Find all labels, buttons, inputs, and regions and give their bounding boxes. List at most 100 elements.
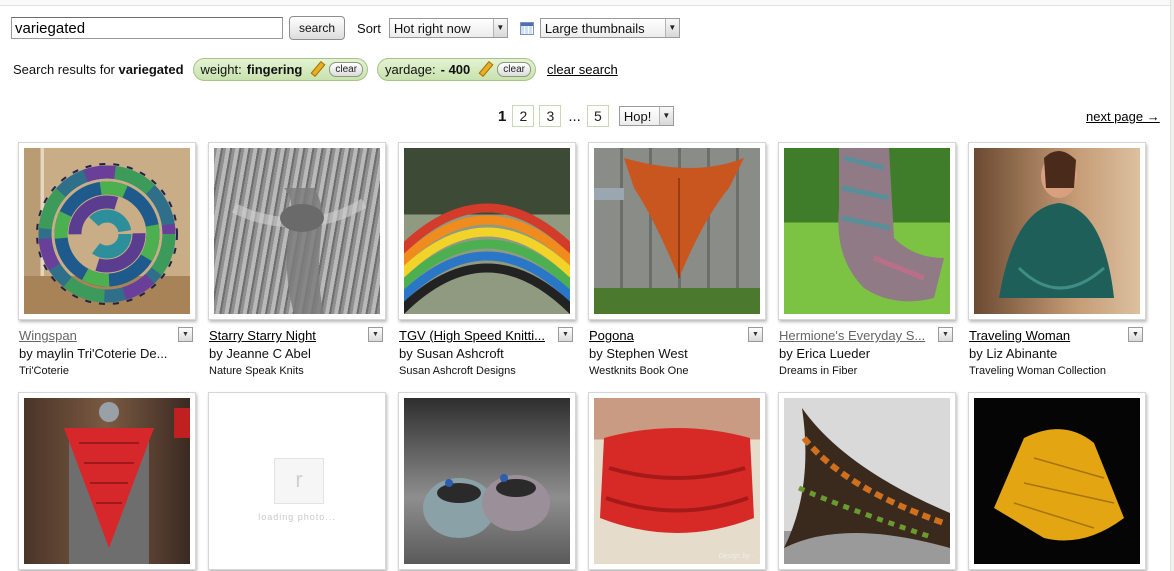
view-select-value: Large thumbnails — [544, 21, 645, 36]
results-term: variegated — [118, 61, 184, 77]
pattern-photo[interactable] — [974, 148, 1140, 314]
clear-search-link[interactable]: clear search — [547, 62, 618, 77]
search-input[interactable] — [11, 17, 283, 39]
thumbnail-frame[interactable] — [398, 142, 576, 320]
clear-filter-button[interactable]: clear — [497, 61, 531, 77]
thumbnail-frame[interactable]: r loading photo... — [208, 392, 386, 570]
search-bar: search Sort Hot right now ▼ Large thumbn… — [11, 15, 680, 41]
pattern-title[interactable]: Traveling Woman — [969, 328, 1129, 343]
view-select[interactable]: Large thumbnails ▼ — [539, 18, 680, 38]
loading-placeholder: r loading photo... — [214, 398, 380, 564]
pencil-icon[interactable] — [309, 61, 325, 77]
sort-label: Sort — [357, 20, 381, 36]
spiral-shawl-graphic — [24, 163, 190, 314]
thumbnail-frame[interactable] — [778, 392, 956, 570]
chevron-down-icon: ▼ — [664, 19, 679, 37]
booties-graphic — [423, 474, 550, 538]
pattern-title[interactable]: Pogona — [589, 328, 749, 343]
pattern-author[interactable]: by maylin Tri'Coterie De... — [19, 346, 189, 361]
orange-shawl-graphic — [594, 158, 760, 314]
teal-shawl-graphic — [999, 150, 1114, 298]
lace-wrap-graphic — [231, 188, 367, 314]
pattern-photo[interactable] — [784, 148, 950, 314]
next-page-link[interactable]: next page → — [1086, 109, 1160, 124]
rainbow-shawl-graphic — [404, 203, 570, 314]
pattern-photo[interactable] — [974, 398, 1140, 564]
pattern-source[interactable]: Dreams in Fiber — [779, 365, 949, 377]
pattern-photo[interactable] — [214, 148, 380, 314]
pattern-title[interactable]: Wingspan — [19, 328, 179, 343]
page-ellipsis: ... — [568, 107, 581, 125]
pattern-author[interactable]: by Erica Lueder — [779, 346, 949, 361]
pattern-title[interactable]: TGV (High Speed Knitti... — [399, 328, 559, 343]
thumbnail-frame[interactable] — [398, 392, 576, 570]
sock-graphic — [838, 148, 944, 302]
photo-watermark: Design by · — [718, 553, 754, 560]
filter-value: - 400 — [440, 61, 471, 77]
pencil-icon[interactable] — [477, 61, 493, 77]
thumbnail-frame[interactable] — [208, 142, 386, 320]
card-menu-button[interactable]: ▼ — [178, 327, 193, 342]
pattern-photo[interactable] — [404, 148, 570, 314]
filter-pill-yardage: yardage: - 400 clear — [377, 57, 536, 81]
thumbnail-frame[interactable] — [778, 142, 956, 320]
top-divider — [0, 0, 1174, 6]
pattern-photo[interactable] — [594, 148, 760, 314]
current-page: 1 — [498, 107, 507, 125]
page-link-5[interactable]: 5 — [586, 105, 609, 127]
loading-logo-icon: r — [274, 458, 324, 504]
thumbnail-frame[interactable] — [968, 142, 1146, 320]
scrollbar[interactable] — [1170, 0, 1174, 571]
thumbnail-frame[interactable] — [18, 142, 196, 320]
pattern-source[interactable]: Tri'Coterie — [19, 365, 189, 377]
pattern-photo[interactable] — [24, 398, 190, 564]
thumbnail-frame[interactable]: Design by · — [588, 392, 766, 570]
yellow-shawl-graphic — [994, 429, 1124, 541]
cowl-graphic — [600, 428, 754, 533]
clear-filter-button[interactable]: clear — [329, 61, 364, 77]
filter-value: fingering — [246, 61, 303, 77]
thumbnail-frame[interactable] — [968, 392, 1146, 570]
filter-pill-weight: weight: fingering clear — [192, 57, 369, 81]
card-menu-button[interactable]: ▼ — [1128, 327, 1143, 342]
pagination: 1 2 3 ... 5 Hop! ▼ — [498, 104, 674, 128]
card-menu-button[interactable]: ▼ — [558, 327, 573, 342]
thumbnail-view-icon — [519, 21, 534, 35]
pattern-photo[interactable]: Design by · — [594, 398, 760, 564]
loading-text: loading photo... — [258, 512, 336, 522]
chevron-down-icon: ▼ — [658, 107, 673, 125]
card-menu-button[interactable]: ▼ — [368, 327, 383, 342]
pattern-source[interactable]: Westknits Book One — [589, 365, 759, 377]
pattern-photo[interactable] — [784, 398, 950, 564]
sort-select-value: Hot right now — [393, 21, 471, 36]
pattern-photo[interactable] — [24, 148, 190, 314]
pattern-author[interactable]: by Susan Ashcroft — [399, 346, 569, 361]
chevron-down-icon: ▼ — [492, 19, 507, 37]
pattern-source[interactable]: Traveling Woman Collection — [969, 365, 1139, 377]
filter-key: yardage: — [385, 61, 436, 77]
pattern-author[interactable]: by Jeanne C Abel — [209, 346, 379, 361]
filter-bar: Search results for variegated weight: fi… — [13, 57, 618, 81]
kerchief-graphic — [64, 402, 190, 564]
pattern-title[interactable]: Hermione's Everyday S... — [779, 328, 939, 343]
crescent-shawl-graphic — [784, 408, 950, 548]
pattern-source[interactable]: Nature Speak Knits — [209, 365, 379, 377]
thumbnail-frame[interactable] — [18, 392, 196, 570]
results-summary: Search results for variegated — [13, 62, 184, 77]
results-prefix: Search results for — [13, 61, 115, 77]
search-button[interactable]: search — [289, 16, 346, 40]
sort-select[interactable]: Hot right now ▼ — [388, 18, 508, 38]
hop-select-value: Hop! — [623, 109, 652, 124]
page-link-2[interactable]: 2 — [512, 105, 535, 127]
pattern-photo[interactable] — [404, 398, 570, 564]
filter-key: weight: — [200, 61, 242, 77]
pattern-author[interactable]: by Stephen West — [589, 346, 759, 361]
pattern-author[interactable]: by Liz Abinante — [969, 346, 1139, 361]
hop-select[interactable]: Hop! ▼ — [618, 106, 674, 126]
card-menu-button[interactable]: ▼ — [938, 327, 953, 342]
pattern-title[interactable]: Starry Starry Night — [209, 328, 369, 343]
thumbnail-frame[interactable] — [588, 142, 766, 320]
pattern-source[interactable]: Susan Ashcroft Designs — [399, 365, 569, 377]
card-menu-button[interactable]: ▼ — [748, 327, 763, 342]
page-link-3[interactable]: 3 — [539, 105, 562, 127]
